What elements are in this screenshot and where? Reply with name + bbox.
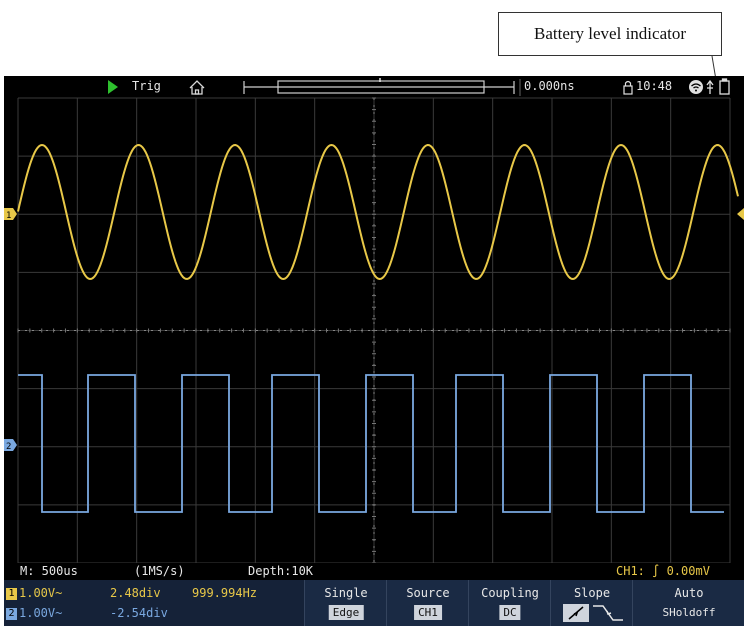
- ch1-position: 2.48div: [110, 586, 161, 600]
- battery-callout: Battery level indicator: [498, 12, 722, 56]
- waveform-display: 1 2: [4, 97, 744, 563]
- ch2-badge: 2: [6, 607, 17, 620]
- single-button[interactable]: Single Edge: [304, 580, 387, 626]
- ch1-frequency: 999.994Hz: [192, 586, 258, 600]
- oscilloscope-screen: Trig 0.000ns 10:48 1 2 M: 500us (1MS/s) …: [4, 76, 744, 626]
- ch1-waveform: [17, 143, 739, 281]
- ch2-position: -2.54div: [110, 606, 168, 620]
- slope-button[interactable]: Slope: [550, 580, 633, 626]
- coupling-button[interactable]: Coupling DC: [468, 580, 551, 626]
- slope-options: [563, 604, 623, 622]
- trigger-level-marker[interactable]: [737, 208, 744, 220]
- ch1-badge: 1: [6, 587, 17, 600]
- coupling-label: Coupling: [481, 586, 539, 600]
- timebase: M: 500us: [20, 564, 78, 578]
- ch2-position-marker[interactable]: 2: [4, 439, 17, 452]
- auto-value: SHoldoff: [662, 606, 716, 619]
- sample-rate: (1MS/s): [134, 564, 185, 578]
- source-button[interactable]: Source CH1: [386, 580, 469, 626]
- falling-edge-icon[interactable]: [593, 605, 623, 621]
- single-label: Single: [324, 586, 368, 600]
- ch2-info-row[interactable]: 2 1.00V~ -2.54div: [6, 606, 168, 620]
- coupling-value: DC: [499, 605, 521, 620]
- source-value: CH1: [414, 605, 442, 620]
- source-label: Source: [406, 586, 450, 600]
- bottom-menu: 1 1.00V~ 2.48div 999.994Hz 2 1.00V~ -2.54d…: [4, 580, 744, 626]
- ch1-marker-number: 1: [6, 211, 11, 221]
- single-value: Edge: [328, 605, 364, 620]
- slope-label: Slope: [573, 586, 611, 600]
- channel-info-panel: 1 1.00V~ 2.48div 999.994Hz 2 1.00V~ -2.54d…: [4, 580, 304, 626]
- ch2-marker-number: 2: [6, 442, 11, 452]
- ch2-scale: 1.00V~: [19, 606, 63, 620]
- auto-label: Auto: [674, 586, 704, 600]
- ch2-waveform: [18, 374, 724, 513]
- ch1-position-marker[interactable]: 1: [4, 208, 17, 221]
- memory-depth: Depth:10K: [248, 564, 314, 578]
- bottom-status-bar: M: 500us (1MS/s) Depth:10K CH1: ∫ 0.00mV: [4, 563, 744, 580]
- trigger-level: CH1: ∫ 0.00mV: [616, 564, 710, 578]
- ch1-info-row[interactable]: 1 1.00V~ 2.48div 999.994Hz: [6, 586, 257, 600]
- ch1-scale: 1.00V~: [19, 586, 63, 600]
- callout-label: Battery level indicator: [534, 24, 686, 43]
- auto-button[interactable]: Auto SHoldoff: [632, 580, 744, 626]
